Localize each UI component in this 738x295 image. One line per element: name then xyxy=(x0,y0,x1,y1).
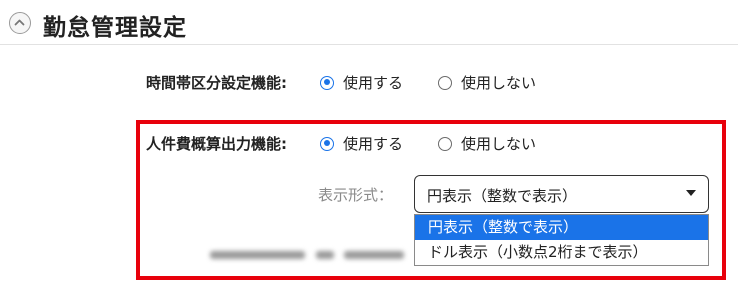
radio-unchecked-icon xyxy=(438,75,452,90)
radio-checked-icon xyxy=(320,75,334,90)
display-format-selected-value: 円表示（整数で表示） xyxy=(427,187,578,205)
time-zone-setting-label: 時間帯区分設定機能: xyxy=(146,74,287,92)
labor-cost-setting-label: 人件費概算出力機能: xyxy=(146,135,287,153)
header-divider xyxy=(0,44,738,45)
time-zone-not-use-radio[interactable]: 使用しない xyxy=(438,72,536,93)
time-zone-use-radio[interactable]: 使用する xyxy=(320,72,403,93)
display-format-dropdown: 円表示（整数で表示） ドル表示（小数点2桁まで表示） xyxy=(414,214,709,266)
display-format-select[interactable]: 円表示（整数で表示） xyxy=(414,175,709,213)
radio-unchecked-icon xyxy=(438,136,452,151)
collapse-button[interactable] xyxy=(9,12,31,34)
dropdown-option-dollar[interactable]: ドル表示（小数点2桁まで表示） xyxy=(415,240,708,265)
blurred-text xyxy=(210,247,410,263)
radio-label: 使用する xyxy=(343,74,404,92)
labor-cost-use-radio[interactable]: 使用する xyxy=(320,133,403,154)
dropdown-option-yen[interactable]: 円表示（整数で表示） xyxy=(415,215,708,240)
labor-cost-not-use-radio[interactable]: 使用しない xyxy=(438,133,536,154)
chevron-up-icon xyxy=(14,19,25,26)
caret-down-icon xyxy=(686,190,696,196)
section-header: 勤怠管理設定 xyxy=(0,0,738,46)
section-title: 勤怠管理設定 xyxy=(43,15,187,41)
radio-label: 使用しない xyxy=(461,74,537,92)
radio-label: 使用する xyxy=(343,135,404,153)
display-format-label: 表示形式： xyxy=(318,186,394,204)
radio-checked-icon xyxy=(320,136,334,151)
radio-label: 使用しない xyxy=(461,135,537,153)
